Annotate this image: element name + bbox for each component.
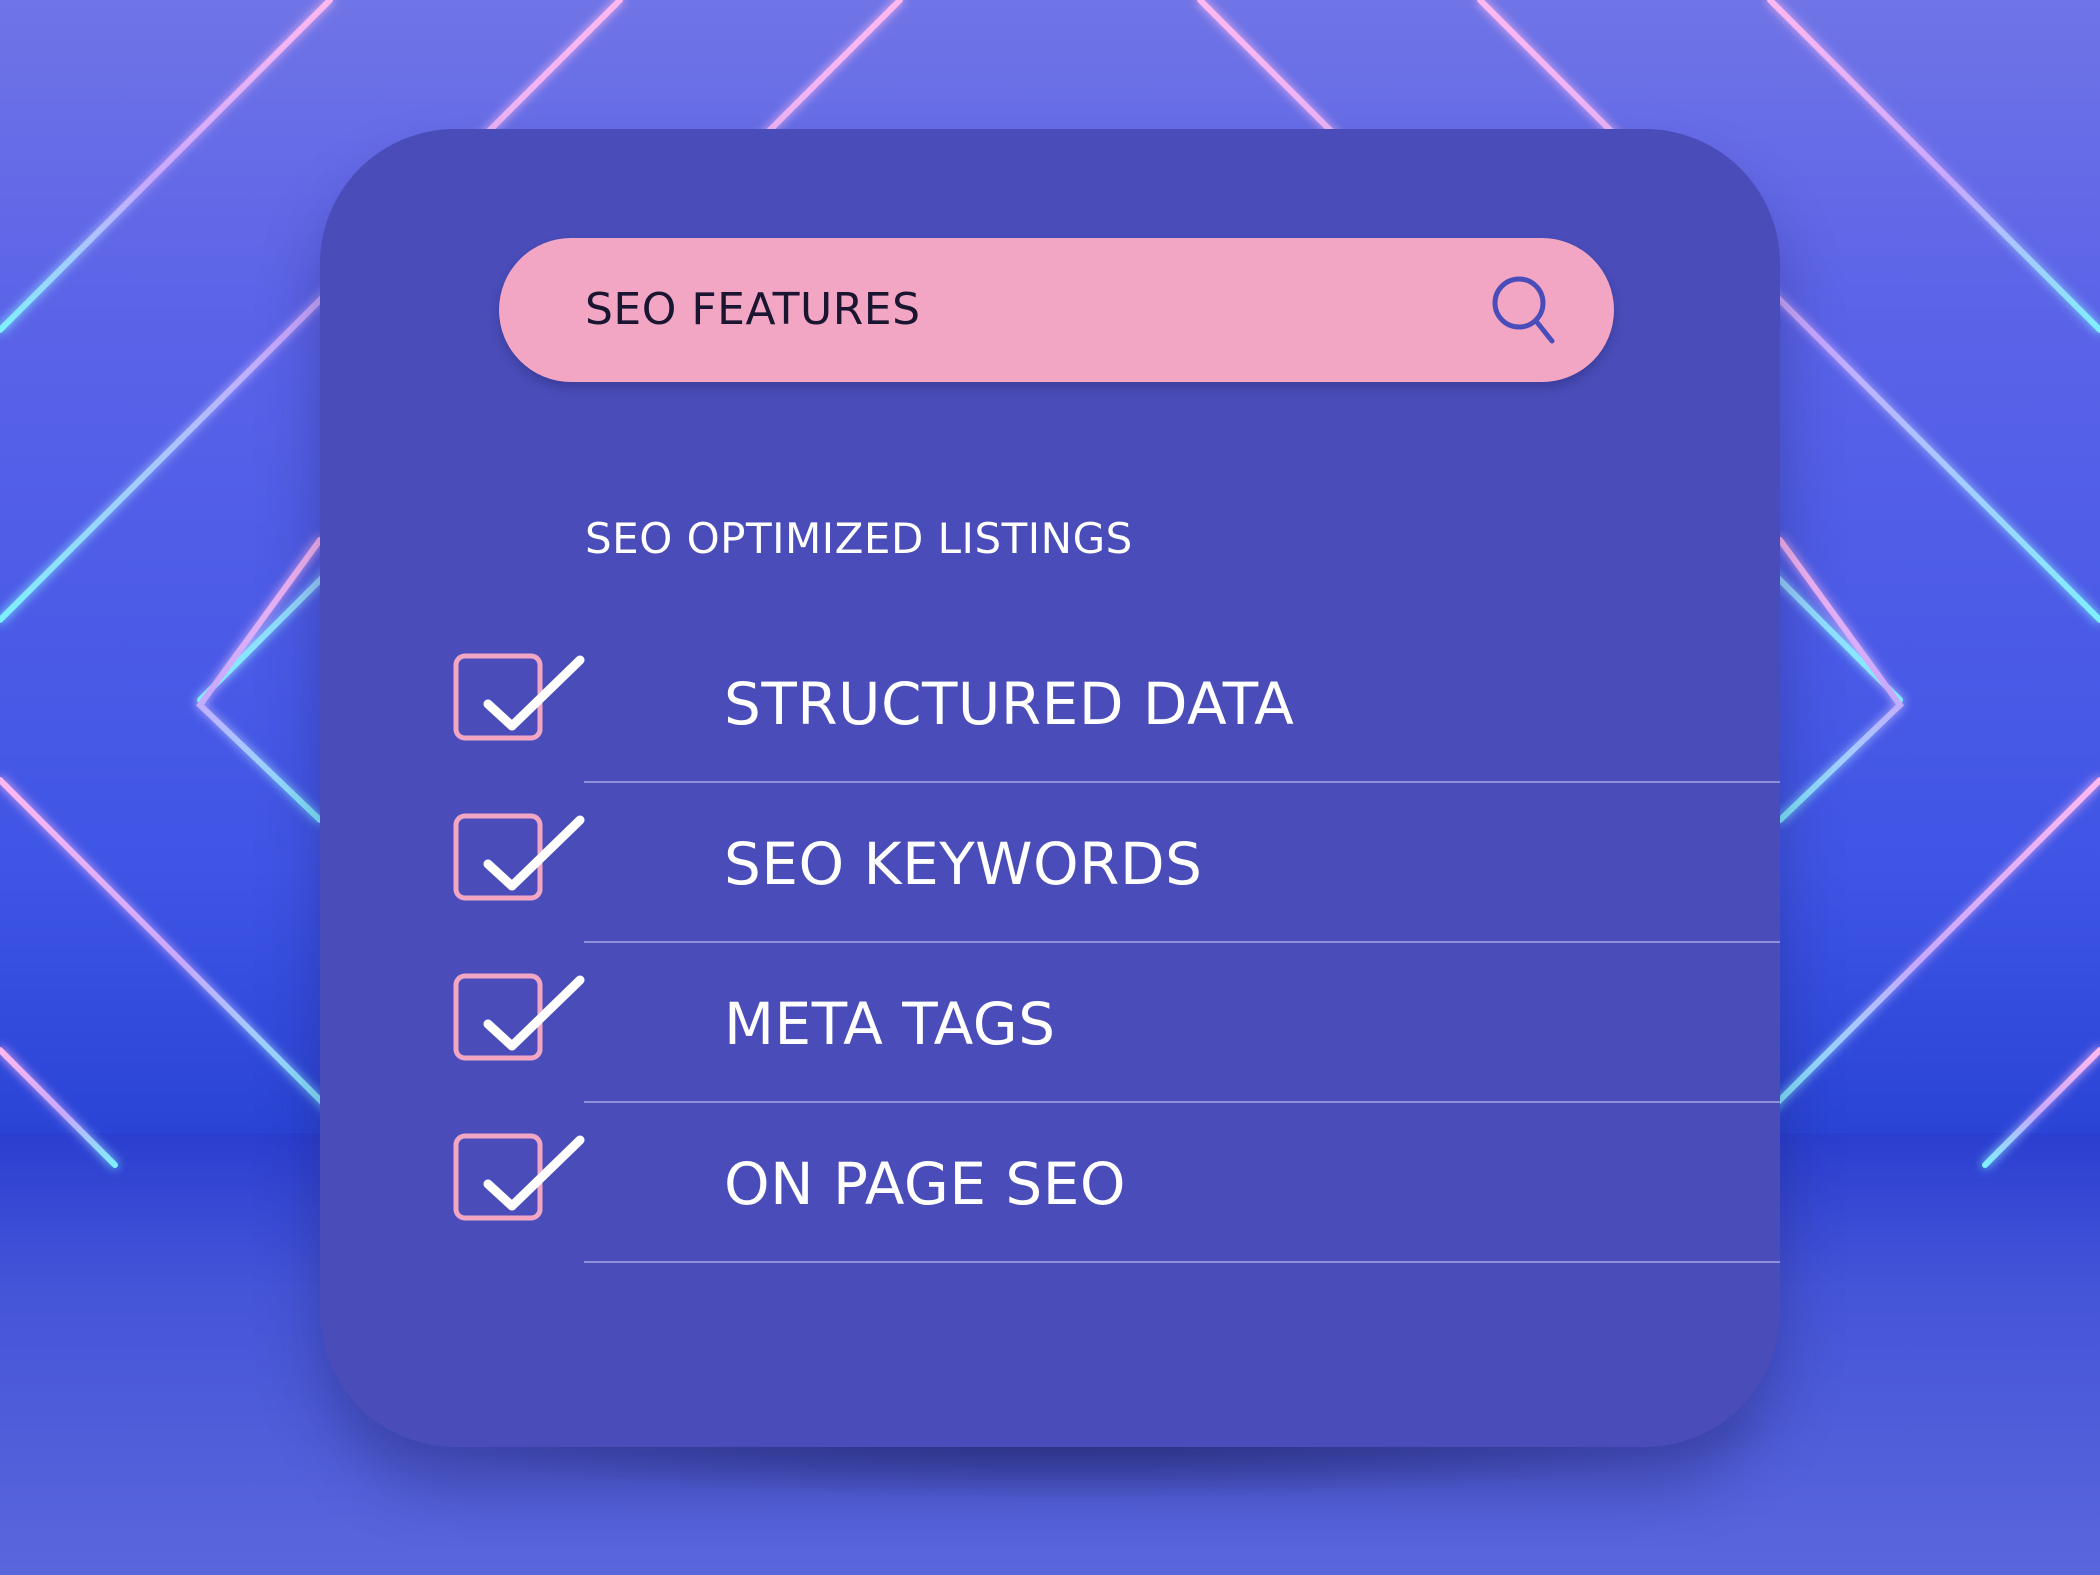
search-bar[interactable]: SEO FEATURES [499,238,1614,382]
search-icon[interactable] [1489,273,1559,349]
feature-label: META TAGS [724,990,1056,1058]
section-heading: SEO OPTIMIZED LISTINGS [585,514,1133,563]
feature-item-seo-keywords[interactable]: SEO KEYWORDS [452,782,1780,943]
checkbox-checked-icon[interactable] [452,652,587,752]
feature-label: ON PAGE SEO [724,1150,1127,1218]
feature-label: STRUCTURED DATA [724,670,1295,738]
checkbox-checked-icon[interactable] [452,972,587,1072]
search-input[interactable]: SEO FEATURES [585,282,921,338]
feature-item-on-page-seo[interactable]: ON PAGE SEO [452,1102,1780,1263]
feature-label: SEO KEYWORDS [724,830,1203,898]
checkbox-checked-icon[interactable] [452,1132,587,1232]
divider [584,1261,1780,1263]
feature-item-structured-data[interactable]: STRUCTURED DATA [452,622,1780,783]
feature-item-meta-tags[interactable]: META TAGS [452,942,1780,1103]
checkbox-checked-icon[interactable] [452,812,587,912]
page-background: SEO FEATURES SEO OPTIMIZED LISTINGS STRU… [0,0,2100,1575]
